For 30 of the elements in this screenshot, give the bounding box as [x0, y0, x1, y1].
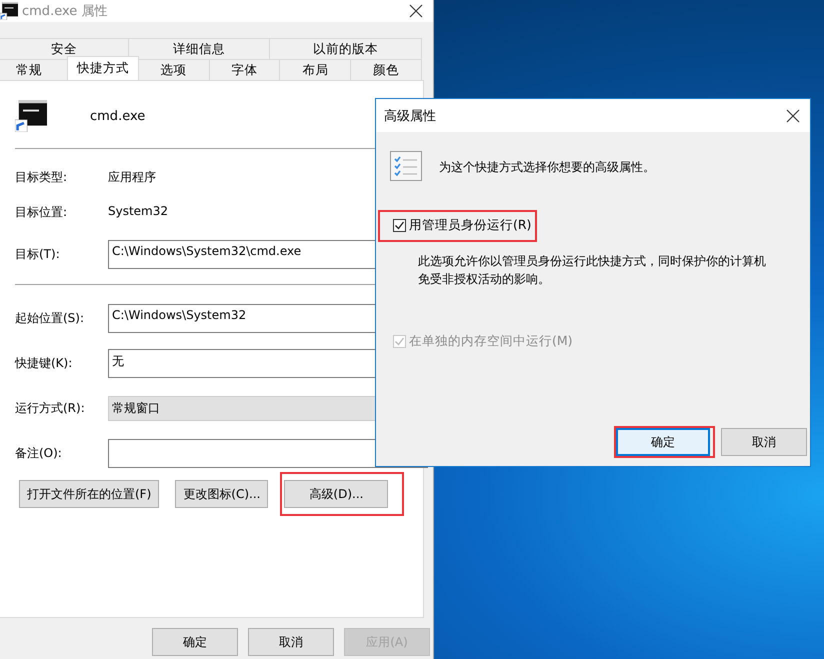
- button[interactable]: 更改图标(C)...: [175, 480, 268, 508]
- field-label: 运行方式(R):: [15, 400, 86, 417]
- field-label: 快捷键(K):: [15, 355, 74, 372]
- button[interactable]: 高级(D)...: [284, 480, 388, 508]
- file-name: cmd.exe: [90, 108, 146, 124]
- button[interactable]: 确定: [152, 628, 238, 656]
- field-label: 目标位置:: [15, 204, 68, 221]
- tab[interactable]: 快捷方式: [67, 56, 139, 80]
- field-label: 起始位置(S):: [15, 310, 86, 327]
- button[interactable]: 取消: [248, 628, 334, 656]
- field-label: 备注(O):: [15, 445, 63, 462]
- close-icon: [786, 108, 800, 122]
- checkmark-icon: [394, 220, 405, 230]
- field-label: 目标类型:: [15, 169, 68, 186]
- tab[interactable]: 颜色: [350, 59, 422, 80]
- close-icon: [409, 4, 423, 18]
- field-value: System32: [108, 204, 168, 220]
- field-value: 应用程序: [108, 169, 156, 186]
- field-label: 目标(T):: [15, 246, 61, 263]
- console-shortcut-icon: [15, 100, 47, 132]
- button[interactable]: 确定: [616, 428, 710, 456]
- checklist-icon: [390, 151, 422, 183]
- button[interactable]: 取消: [721, 428, 807, 456]
- dialog-description: 为这个快捷方式选择你想要的高级属性。: [439, 158, 655, 176]
- button[interactable]: 打开文件所在的位置(F): [19, 480, 160, 508]
- checkmark-icon: [394, 336, 405, 346]
- window-title: cmd.exe 属性: [22, 3, 108, 20]
- dialog-title: 高级属性: [384, 108, 436, 124]
- checkbox[interactable]: 用管理员身份运行(R): [393, 215, 532, 235]
- tab[interactable]: 以前的版本: [269, 38, 422, 59]
